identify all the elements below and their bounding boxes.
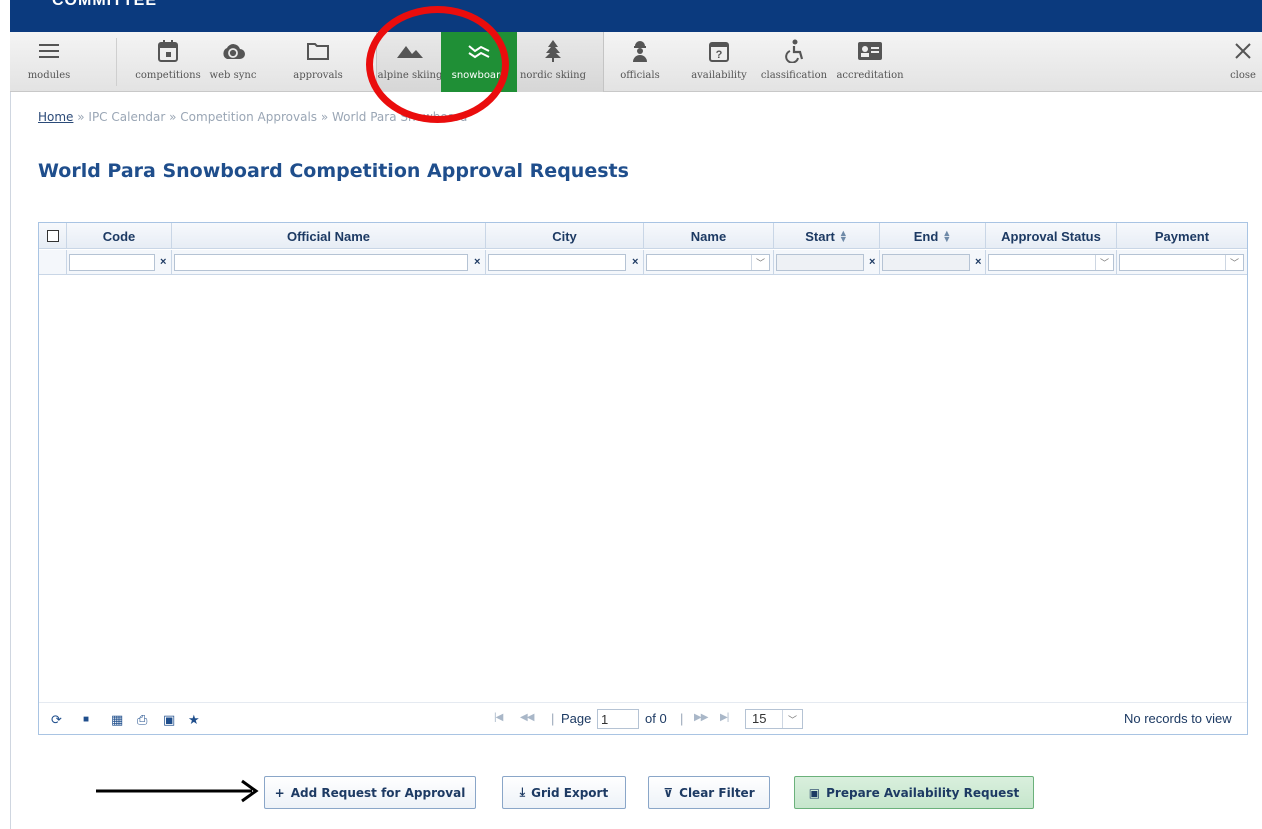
save-icon[interactable]: ▣ (163, 712, 175, 728)
toolbar-approvals[interactable]: approvals (292, 32, 344, 92)
approval-grid: Code Official Name City Name Start ▲ ▼ End… (38, 222, 1248, 735)
toolbar-modules[interactable]: modules (28, 32, 70, 92)
tree-icon (544, 34, 562, 68)
hamburger-icon (39, 34, 59, 68)
toolbar-officials[interactable]: officials (614, 32, 666, 92)
arrow-annotation-icon (96, 779, 259, 803)
module-toolbar: modules competitions web sync approvals (10, 32, 1262, 92)
calendar-question-icon: ▣ (808, 785, 821, 800)
filter-row: × × × ﹀ × × ﹀ ﹀ (39, 250, 1247, 275)
toolbar-availability[interactable]: ? availability (686, 32, 752, 92)
chevron-down-icon: ﹀ (782, 710, 802, 728)
column-start[interactable]: Start ▲ ▼ (774, 223, 880, 249)
column-official-name[interactable]: Official Name (172, 223, 486, 249)
first-page-icon[interactable]: |◀ (494, 712, 503, 723)
column-code[interactable]: Code (67, 223, 172, 249)
approval-status-filter-select[interactable]: ﹀ (988, 254, 1114, 271)
banner-text: COMMITTEE (52, 0, 157, 9)
page-label: Page (561, 711, 592, 726)
app-window: COMMITTEE modules competitions web sync (0, 0, 1262, 829)
print-icon[interactable]: ⎙ (137, 712, 147, 728)
add-request-button[interactable]: + Add Request for Approval (264, 776, 476, 809)
toolbar-web-sync[interactable]: web sync (208, 32, 258, 92)
clear-filter-icon[interactable]: × (160, 256, 166, 268)
plus-icon: + (274, 785, 285, 800)
toolbar-separator (116, 38, 117, 86)
official-icon (631, 34, 649, 68)
toolbar-classification[interactable]: classification (758, 32, 830, 92)
cloud-sync-icon (221, 34, 245, 68)
sort-icon: ▲ ▼ (838, 228, 848, 244)
clear-filter-icon[interactable]: × (632, 256, 638, 268)
column-chooser-icon[interactable]: ■ (83, 714, 89, 725)
refresh-icon[interactable]: ⟳ (51, 712, 62, 728)
grid-settings-icon[interactable]: ▦ (111, 712, 123, 728)
name-filter-select[interactable]: ﹀ (646, 254, 770, 271)
payment-filter-select[interactable]: ﹀ (1119, 254, 1244, 271)
column-city[interactable]: City (486, 223, 644, 249)
clear-filter-icon[interactable]: × (474, 256, 480, 268)
prev-page-icon[interactable]: ◀◀ (520, 712, 534, 723)
folder-icon (307, 34, 329, 68)
select-all-checkbox[interactable] (46, 230, 59, 242)
grid-header: Code Official Name City Name Start ▲ ▼ End… (39, 223, 1247, 249)
city-filter-input[interactable] (488, 254, 626, 271)
page-number-input[interactable] (597, 709, 639, 729)
toolbar-competitions[interactable]: competitions (132, 32, 204, 92)
svg-text:?: ? (716, 49, 723, 61)
column-approval-status[interactable]: Approval Status (986, 223, 1117, 249)
chevron-down-icon: ﹀ (751, 255, 769, 270)
calendar-icon (158, 34, 178, 68)
grid-body (39, 276, 1247, 702)
toolbar-close[interactable]: close (1228, 32, 1258, 92)
top-banner: COMMITTEE (10, 0, 1262, 32)
page-border (10, 32, 11, 829)
select-all-checkbox-cell (39, 223, 67, 249)
clear-filter-button[interactable]: ⊽ Clear Filter (648, 776, 770, 809)
end-filter-input[interactable] (882, 254, 970, 271)
chevron-down-icon: ﹀ (1225, 255, 1243, 270)
clear-filter-icon[interactable]: × (869, 256, 875, 268)
empty-records-text: No records to view (1124, 711, 1232, 726)
clear-filter-icon[interactable]: × (975, 256, 981, 268)
grid-export-button[interactable]: ⤓ Grid Export (502, 776, 626, 809)
page-size-select[interactable]: 15 ﹀ (745, 709, 803, 729)
filter-clear-icon: ⊽ (663, 785, 674, 800)
toolbar-accreditation[interactable]: accreditation (833, 32, 907, 92)
prepare-availability-button[interactable]: ▣ Prepare Availability Request (794, 776, 1034, 809)
column-payment[interactable]: Payment (1117, 223, 1247, 249)
breadcrumb-home-link[interactable]: Home (38, 110, 73, 124)
red-circle-annotation (366, 6, 509, 123)
download-icon: ⤓ (519, 785, 526, 799)
calendar-question-icon: ? (709, 34, 729, 68)
last-page-icon[interactable]: ▶| (720, 712, 729, 723)
start-filter-input[interactable] (776, 254, 864, 271)
column-name[interactable]: Name (644, 223, 774, 249)
page-total: of 0 (645, 711, 667, 726)
toolbar-nordic-skiing[interactable]: nordic skiing (520, 32, 586, 92)
accessibility-icon (784, 34, 804, 68)
grid-pager: ⟳ ■ ▦ ⎙ ▣ ★ |◀ ◀◀ | Page of 0 | ▶▶ ▶| 15… (39, 702, 1247, 734)
code-filter-input[interactable] (69, 254, 155, 271)
page-title: World Para Snowboard Competition Approva… (38, 160, 629, 182)
id-card-icon (858, 34, 882, 68)
close-icon (1234, 34, 1252, 68)
chevron-down-icon: ﹀ (1095, 255, 1113, 270)
star-icon[interactable]: ★ (188, 712, 200, 728)
column-end[interactable]: End ▲ ▼ (880, 223, 986, 249)
official-name-filter-input[interactable] (174, 254, 468, 271)
sort-icon: ▲ ▼ (942, 228, 952, 244)
next-page-icon[interactable]: ▶▶ (694, 712, 708, 723)
